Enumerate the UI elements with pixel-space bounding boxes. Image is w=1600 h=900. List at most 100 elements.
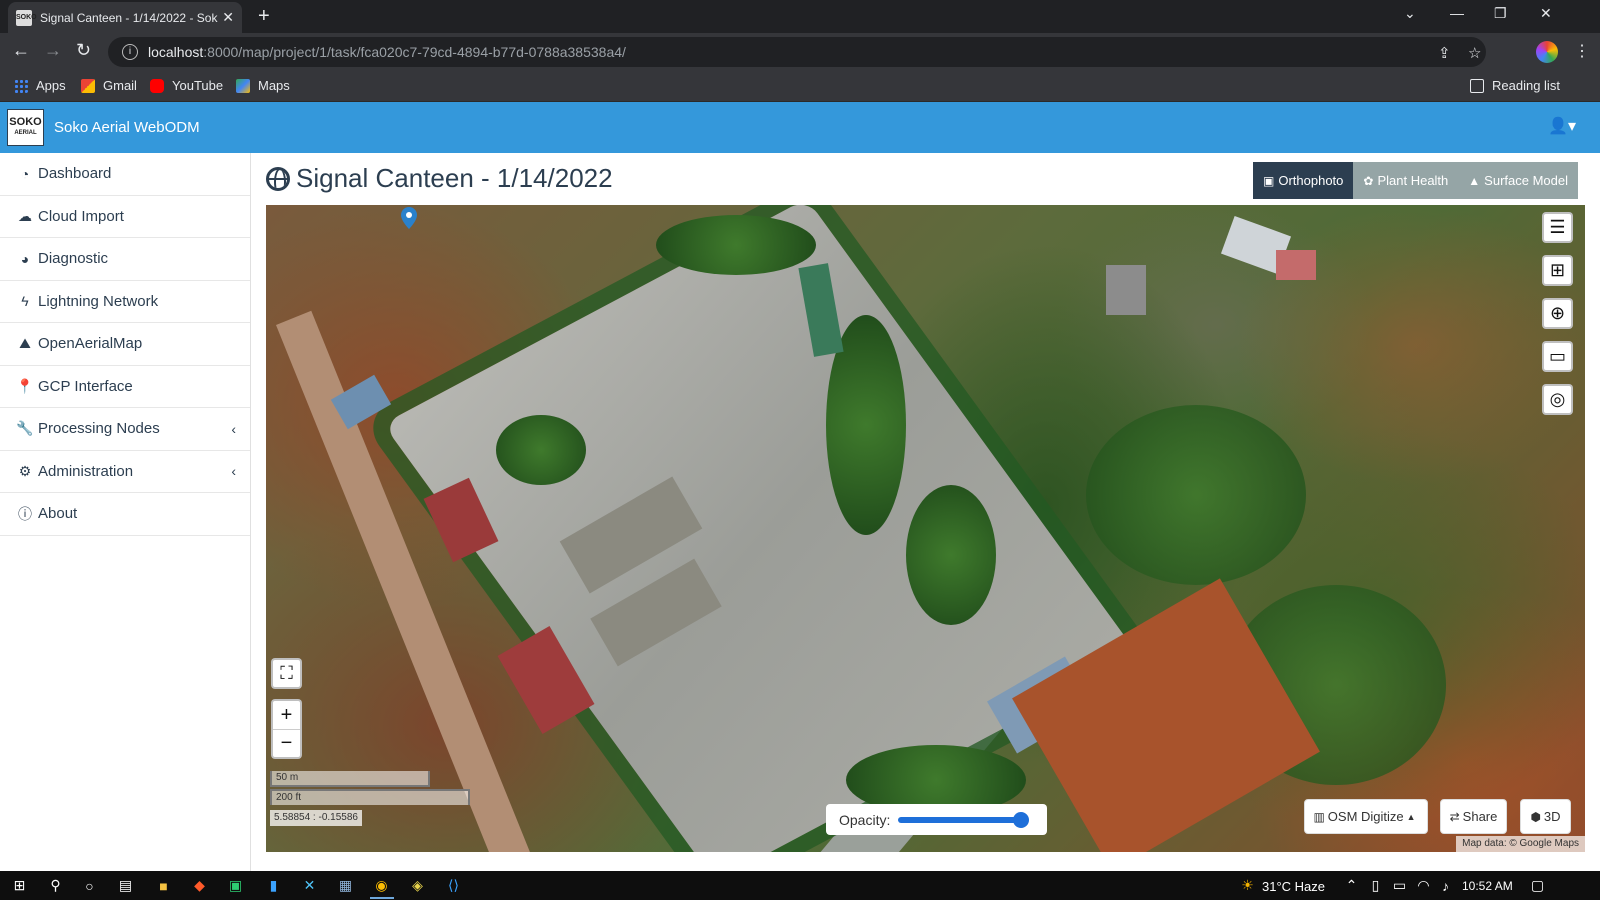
reading-list-button[interactable]: Reading list: [1470, 78, 1560, 93]
sidebar-item-label: About: [38, 505, 78, 523]
restore-icon[interactable]: ❐: [1494, 5, 1507, 22]
user-menu-icon[interactable]: 👤▾: [1548, 116, 1576, 136]
task-view-icon[interactable]: ▤: [116, 876, 135, 895]
brand-name[interactable]: Soko Aerial WebODM: [54, 119, 200, 136]
git-icon[interactable]: ◈: [408, 876, 427, 895]
view-3d-button[interactable]: ⬢ 3D: [1520, 799, 1571, 834]
sidebar-item-administration[interactable]: ⚙ Administration ‹: [0, 451, 250, 493]
reload-icon[interactable]: ↻: [76, 40, 91, 61]
address-bar[interactable]: i localhost :8000/map/project/1/task/fca…: [108, 37, 1486, 67]
sidebar-item-gcp-interface[interactable]: 📍 GCP Interface: [0, 366, 250, 408]
site-info-icon[interactable]: i: [122, 44, 138, 60]
dashboard-icon: ◔: [20, 165, 30, 182]
add-circle-icon[interactable]: ⊕: [1542, 298, 1573, 329]
notifications-icon[interactable]: ▢: [1528, 876, 1547, 895]
file-explorer-icon[interactable]: ■: [154, 876, 173, 895]
brand-logo[interactable]: SOKO AERIAL: [7, 109, 44, 146]
browser-menu-icon[interactable]: ⋮: [1574, 41, 1590, 61]
clock-time[interactable]: 10:52 AM: [1462, 879, 1513, 893]
sidebar-item-label: Cloud Import: [38, 207, 124, 225]
gears-icon: ⚙: [18, 462, 32, 479]
weather-sun-icon[interactable]: ☀: [1238, 876, 1257, 895]
sidebar-item-label: Processing Nodes: [38, 420, 160, 438]
map-view[interactable]: ☰ ⊞ ⊕ ▭ ◎ ⛶ + − 50 m 200 ft 5.58854 : -0…: [266, 205, 1585, 852]
sidebar-item-openaerialmap[interactable]: ⛰ OpenAerialMap: [0, 323, 250, 366]
bookmark-gmail[interactable]: Gmail: [81, 78, 137, 93]
chrome-icon[interactable]: ◉: [372, 876, 391, 895]
sidebar-item-label: Diagnostic: [38, 250, 109, 268]
parking-apron: [382, 205, 1140, 852]
wifi-icon[interactable]: ◠: [1414, 876, 1433, 895]
map-pin-icon[interactable]: [401, 207, 417, 229]
sidebar-item-label: OpenAerialMap: [38, 335, 143, 353]
xcode-icon[interactable]: ✕: [300, 876, 319, 895]
sidebar-item-about[interactable]: ⓘ About: [0, 493, 250, 536]
search-icon[interactable]: ⚲: [46, 876, 65, 895]
chevron-up-icon[interactable]: ⌃: [1342, 876, 1361, 895]
tab-favicon-icon: SOKO: [16, 9, 37, 26]
tab-plant-health[interactable]: ✿ Plant Health: [1353, 162, 1459, 199]
weather-text[interactable]: 31°C Haze: [1262, 879, 1325, 894]
back-icon[interactable]: ←: [12, 40, 30, 61]
bookmark-apps[interactable]: Apps: [14, 78, 66, 93]
scale-metric: 50 m: [270, 771, 430, 787]
new-tab-icon[interactable]: +: [258, 5, 270, 28]
cortana-icon[interactable]: ○: [80, 876, 99, 895]
app-icon[interactable]: ▮: [264, 876, 283, 895]
sidebar-item-label: Dashboard: [38, 165, 112, 183]
vscode-icon[interactable]: ⟨⟩: [444, 876, 463, 895]
lightning-icon: ϟ: [21, 293, 29, 310]
sidebar-item-cloud-import[interactable]: ☁ Cloud Import: [0, 196, 250, 238]
chevron-left-icon: ‹: [231, 420, 236, 437]
layers-icon[interactable]: ☰: [1542, 212, 1573, 243]
zoom-out-button[interactable]: −: [273, 729, 300, 757]
chevron-left-icon: ‹: [231, 463, 236, 480]
minimize-icon[interactable]: —: [1450, 5, 1464, 21]
window-close-icon[interactable]: ✕: [1540, 5, 1552, 22]
bookmark-youtube[interactable]: YouTube: [150, 78, 223, 93]
share-button[interactable]: ⇄ Share: [1440, 799, 1507, 834]
building-roof: [1276, 250, 1316, 280]
app-icon[interactable]: ▦: [336, 876, 355, 895]
apps-grid-icon: [14, 78, 28, 93]
bookmark-star-icon[interactable]: ☆: [1468, 44, 1481, 62]
forward-icon[interactable]: →: [44, 40, 62, 61]
globe-icon: [266, 166, 290, 191]
scale-imperial: 200 ft: [270, 789, 470, 805]
tree-cluster: [656, 215, 816, 275]
tab-title: Signal Canteen - 1/14/2022 - Soko: [40, 10, 219, 25]
tab-surface-model[interactable]: ▲ Surface Model: [1458, 162, 1578, 199]
tree-cluster: [906, 485, 996, 625]
grid-icon[interactable]: ⊞: [1542, 255, 1573, 286]
sidebar-item-processing-nodes[interactable]: 🔧 Processing Nodes ‹: [0, 408, 250, 451]
qc-app-icon[interactable]: ▣: [226, 876, 245, 895]
sidebar-item-lightning-network[interactable]: ϟ Lightning Network: [0, 281, 250, 323]
bookmark-maps[interactable]: Maps: [236, 78, 290, 93]
battery-icon[interactable]: ▭: [1390, 876, 1409, 895]
coordinate-readout: 5.58854 : -0.15586: [270, 810, 362, 826]
target-icon[interactable]: ◎: [1542, 384, 1573, 415]
browser-tab[interactable]: SOKO Signal Canteen - 1/14/2022 - Soko ✕: [8, 2, 242, 33]
tab-orthophoto[interactable]: ▣ Orthophoto: [1253, 162, 1354, 199]
osm-digitize-button[interactable]: ▥ OSM Digitize ▲: [1304, 799, 1428, 834]
browser-toolbar: ← → ↻ i localhost :8000/map/project/1/ta…: [0, 33, 1600, 71]
profile-avatar[interactable]: [1536, 41, 1558, 63]
tree-cluster: [496, 415, 586, 485]
osm-digitize-label: OSM Digitize: [1327, 809, 1404, 824]
zoom-in-button[interactable]: +: [273, 701, 300, 729]
building-roof: [1106, 265, 1146, 315]
sidebar-item-dashboard[interactable]: ◔ Dashboard: [0, 153, 250, 196]
device-icon[interactable]: ▯: [1366, 876, 1385, 895]
tab-search-chevron-icon[interactable]: ⌄: [1404, 5, 1416, 22]
opacity-slider[interactable]: [898, 811, 1030, 828]
windows-start-icon[interactable]: ⊞: [10, 876, 29, 895]
tab-close-icon[interactable]: ✕: [222, 9, 234, 26]
volume-icon[interactable]: ♪: [1436, 876, 1455, 895]
opacity-slider-handle[interactable]: [1013, 811, 1030, 828]
cloud-import-icon: ☁: [18, 207, 32, 224]
measure-icon[interactable]: ▭: [1542, 341, 1573, 372]
fullscreen-icon[interactable]: ⛶: [271, 658, 302, 689]
sidebar-item-diagnostic[interactable]: ◕ Diagnostic: [0, 238, 250, 281]
share-page-icon[interactable]: ⇪: [1438, 44, 1451, 62]
brave-icon[interactable]: ◆: [190, 876, 209, 895]
